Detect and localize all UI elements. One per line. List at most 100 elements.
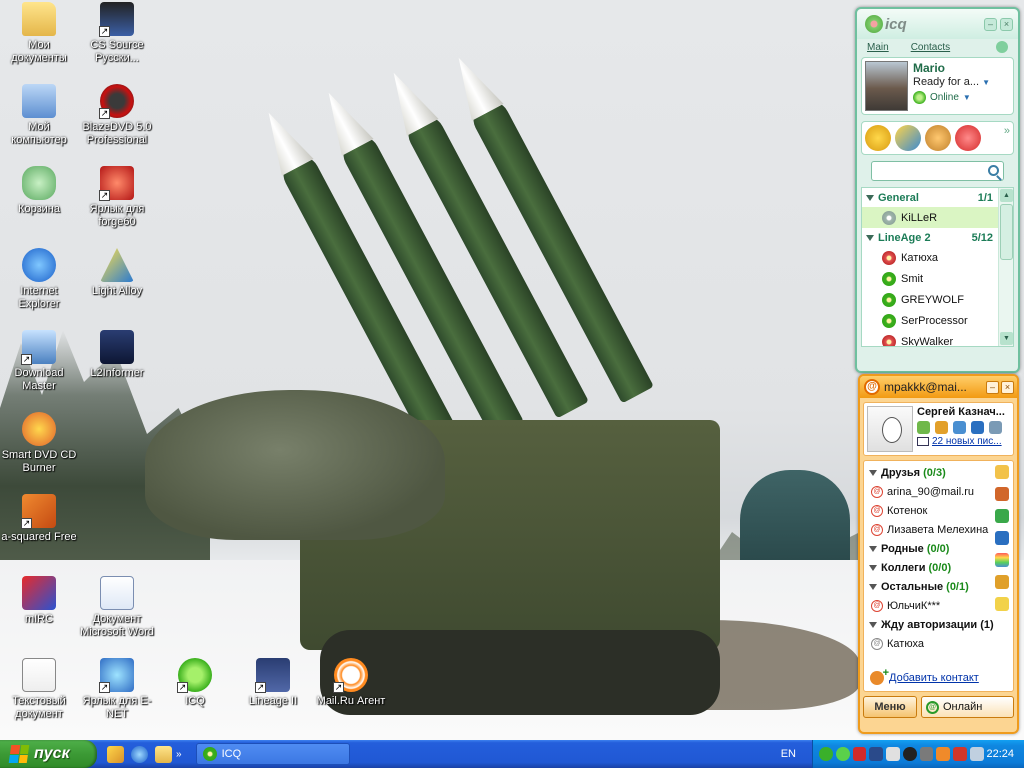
contact-item[interactable]: @ Лизавета Мелехина <box>864 520 1013 539</box>
desktop-icon-light-alloy[interactable]: Light Alloy <box>78 248 156 298</box>
language-indicator[interactable]: EN <box>781 748 796 760</box>
contact-group-general[interactable]: General 1/1 <box>862 188 1013 207</box>
scroll-up-icon[interactable]: ▲ <box>1000 189 1013 202</box>
contact-item[interactable]: @ ЮльчиК*** <box>864 596 1013 615</box>
internet-explorer-icon[interactable] <box>131 745 148 763</box>
contact-item[interactable]: @ Котенок <box>864 501 1013 520</box>
contact-group-others[interactable]: Остальные (0/1) <box>864 577 1013 596</box>
contact-item[interactable]: Катюха <box>862 247 1013 268</box>
settings-icon[interactable] <box>989 421 1002 434</box>
flag-tray-icon[interactable] <box>953 747 967 761</box>
desktop-icon-mirc[interactable]: mIRC <box>0 576 78 626</box>
icq-contact-list: General 1/1 KiLLeR LineAge 2 5/12 Катюха… <box>861 187 1014 347</box>
close-button[interactable]: × <box>1000 17 1013 31</box>
at-search-icon[interactable] <box>995 509 1009 523</box>
desktop-icon-smart-dvd[interactable]: Smart DVD CD Burner <box>0 412 78 475</box>
desktop-icon-my-computer[interactable]: Мой компьютер <box>0 84 78 147</box>
explorer-folder-icon[interactable] <box>155 745 172 763</box>
sms-icon[interactable] <box>995 465 1009 479</box>
games-icon[interactable] <box>995 487 1009 501</box>
minimize-button[interactable]: – <box>986 380 999 394</box>
search-input[interactable] <box>872 162 1003 180</box>
rainbow-icon[interactable] <box>995 553 1009 567</box>
tab-main[interactable]: Main <box>867 42 889 53</box>
close-button[interactable]: × <box>1001 380 1014 394</box>
new-mail-link[interactable]: 22 новых пис... <box>917 436 1005 447</box>
device-tray-icon[interactable] <box>919 747 934 761</box>
cards-icon[interactable] <box>895 125 921 151</box>
contact-group-awaiting-auth[interactable]: Жду авторизации (1) <box>864 615 1013 634</box>
folder-icon <box>22 2 56 36</box>
monitor-tray-icon[interactable] <box>969 747 984 761</box>
mail-agent-titlebar[interactable]: @ mpakkk@mai... – × <box>860 376 1017 398</box>
contact-group-colleagues[interactable]: Коллеги (0/0) <box>864 558 1013 577</box>
network-tray-icon[interactable] <box>869 747 883 761</box>
minimize-button[interactable]: – <box>984 17 997 31</box>
menu-button[interactable]: Меню <box>863 696 917 718</box>
add-contact-icon[interactable] <box>996 41 1008 53</box>
avatar[interactable] <box>865 61 908 111</box>
desktop-icon-recycle-bin[interactable]: Корзина <box>0 166 78 216</box>
desktop-icon-download-master[interactable]: ↗ Download Master <box>0 330 78 393</box>
desktop-icon-forge60[interactable]: ↗ Ярлык для forge60 <box>78 166 156 229</box>
scroll-down-icon[interactable]: ▼ <box>1000 332 1013 345</box>
desktop-icon-my-documents[interactable]: Мои документы <box>0 2 78 65</box>
mail-agent-tray-icon[interactable] <box>819 747 833 761</box>
clock[interactable]: 22:24 <box>987 748 1015 760</box>
chat-icon[interactable] <box>953 421 966 434</box>
desktop-icon-mail-ru-agent[interactable]: ↗ Mail.Ru Агент <box>312 658 390 708</box>
scrollbar[interactable]: ▲ ▼ <box>998 188 1013 346</box>
contact-item[interactable]: @ Катюха <box>864 634 1013 653</box>
sound-icon[interactable] <box>995 531 1009 545</box>
show-desktop-icon[interactable] <box>107 745 124 763</box>
heart-icon[interactable] <box>955 125 981 151</box>
contact-item[interactable]: KiLLeR <box>862 207 1013 228</box>
mail-agent-at-icon: @ <box>864 379 880 395</box>
add-contact-link[interactable]: Добавить контакт <box>870 667 979 685</box>
group-icon[interactable] <box>995 575 1009 589</box>
contact-item[interactable]: GREYWOLF <box>862 289 1013 310</box>
status-icon[interactable] <box>917 421 930 434</box>
desktop-icon-icq[interactable]: ↗ ICQ <box>156 658 234 708</box>
people-icon[interactable] <box>935 421 948 434</box>
start-button[interactable]: пуск <box>0 740 97 768</box>
update-tray-icon[interactable] <box>936 747 950 761</box>
icq-titlebar[interactable]: icq – × <box>857 9 1018 39</box>
tab-contacts[interactable]: Contacts <box>911 42 950 53</box>
status-button[interactable]: @ Онлайн <box>921 696 1014 718</box>
more-icon[interactable]: » <box>1004 125 1010 151</box>
camera-icon[interactable] <box>971 421 984 434</box>
sound-tray-icon[interactable] <box>886 747 900 761</box>
offline-at-icon: @ <box>871 485 883 498</box>
icq-tray-icon[interactable] <box>835 747 850 761</box>
contact-item[interactable]: SkyWalker <box>862 331 1013 346</box>
quick-launch-more-icon[interactable]: » <box>176 749 182 760</box>
search-icon[interactable] <box>988 165 999 176</box>
contact-item[interactable]: @ arina_90@mail.ru <box>864 482 1013 501</box>
desktop-icon-a-squared[interactable]: ↗ a-squared Free <box>0 494 78 544</box>
contact-group-friends[interactable]: Друзья (0/3) <box>864 463 1013 482</box>
folder-icon[interactable] <box>995 597 1009 611</box>
smiley-game-icon[interactable] <box>865 125 891 151</box>
contact-group-family[interactable]: Родные (0/0) <box>864 539 1013 558</box>
desktop-icon-e-net[interactable]: ↗ Ярлык для E-NET <box>78 658 156 721</box>
icq-status-selector[interactable]: Online ▼ <box>913 91 990 104</box>
taskbar-button-icq[interactable]: ICQ <box>195 743 350 765</box>
desktop-icon-blazedvd[interactable]: ↗ BlazeDVD 5.0 Professional <box>78 84 156 147</box>
media-tray-icon[interactable] <box>902 747 917 761</box>
desktop-icon-lineage2[interactable]: ↗ Lineage II <box>234 658 312 708</box>
contact-item[interactable]: Smit <box>862 268 1013 289</box>
shortcut-arrow-icon: ↗ <box>99 108 110 119</box>
contact-group-lineage2[interactable]: LineAge 2 5/12 <box>862 228 1013 247</box>
desktop-icon-l2informer[interactable]: L2Informer <box>78 330 156 380</box>
desktop-icon-cs-source[interactable]: ↗ CS Source Русски... <box>78 2 156 65</box>
desktop-icon-text-document[interactable]: Текстовый документ <box>0 658 78 721</box>
icq-status-message[interactable]: Ready for a... ▼ <box>913 76 990 88</box>
desktop-icon-internet-explorer[interactable]: Internet Explorer <box>0 248 78 311</box>
desktop-icon-word-document[interactable]: Документ Microsoft Word <box>78 576 156 639</box>
contact-item[interactable]: SerProcessor <box>862 310 1013 331</box>
avatar[interactable] <box>867 406 913 452</box>
face-icon[interactable] <box>925 125 951 151</box>
antivirus-tray-icon[interactable] <box>852 747 867 761</box>
scroll-thumb[interactable] <box>1000 204 1013 260</box>
